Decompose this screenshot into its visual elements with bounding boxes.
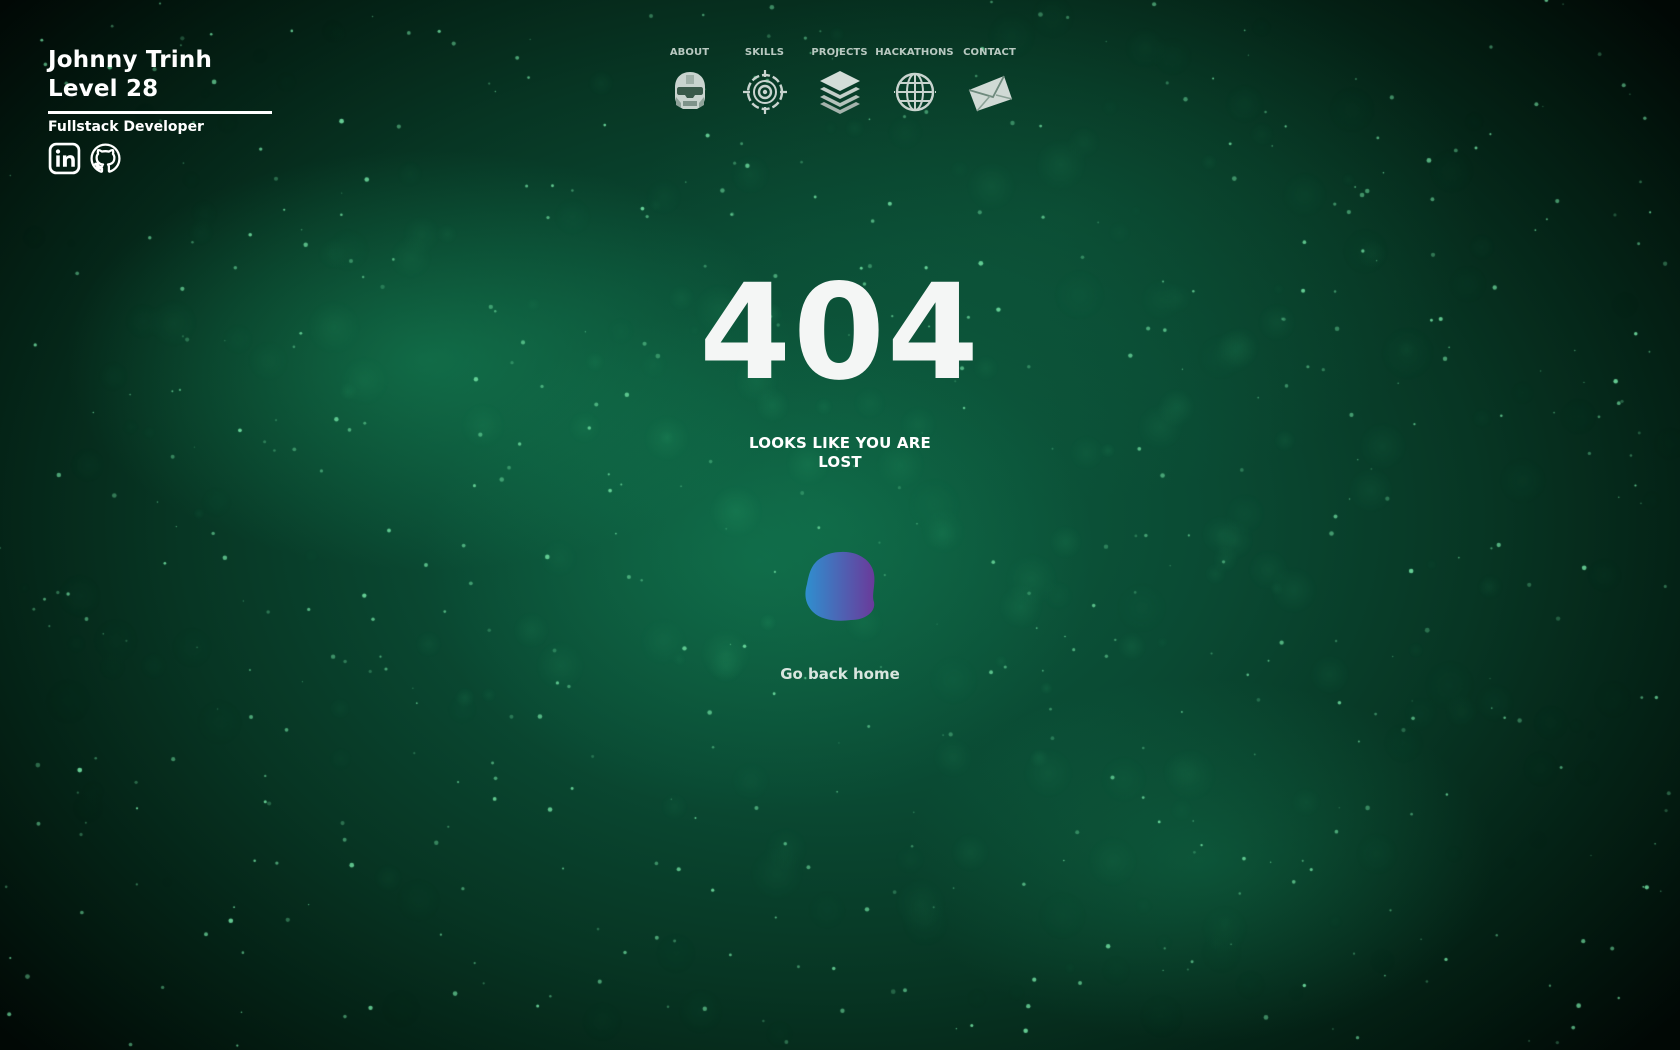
nav-item-about[interactable]: ABOUT [652,46,727,115]
error-code: 404 [699,256,981,410]
profile-name: Johnny Trinh [48,47,213,73]
linkedin-icon[interactable] [48,142,81,175]
nav-label-contact: CONTACT [963,47,1016,58]
target-icon [742,70,787,114]
error-message: LOOKS LIKE YOU ARE LOST [749,434,931,471]
profile-divider [48,111,272,114]
nav-item-projects[interactable]: PROJECTS [802,46,877,115]
profile-level: Level 28 [48,76,159,102]
profile-role: Fullstack Developer [48,119,204,135]
github-icon[interactable] [89,142,122,175]
nav-item-contact[interactable]: CONTACT [952,46,1027,115]
blob-avatar [805,551,875,621]
envelope-icon [968,75,1012,112]
helmet-icon [674,72,705,109]
nav-item-skills[interactable]: SKILLS [727,46,802,115]
globe-icon [893,72,936,112]
main-nav: ABOUT SKILLS PROJECTS HACKATHONS CONTACT [652,46,1027,115]
layers-icon [819,71,860,114]
social-links [48,142,122,175]
nav-label-hackathons: HACKATHONS [875,47,954,58]
nav-label-about: ABOUT [669,47,710,58]
page-background: Johnny Trinh Level 28 Fullstack Develope… [0,0,1680,1050]
nav-label-skills: SKILLS [744,47,785,58]
nav-label-projects: PROJECTS [811,47,868,58]
nav-item-hackathons[interactable]: HACKATHONS [875,46,954,115]
go-home-link[interactable]: Go back home [0,664,1680,684]
particle-field [0,0,1680,1050]
profile-card: Johnny Trinh Level 28 Fullstack Develope… [48,46,272,136]
